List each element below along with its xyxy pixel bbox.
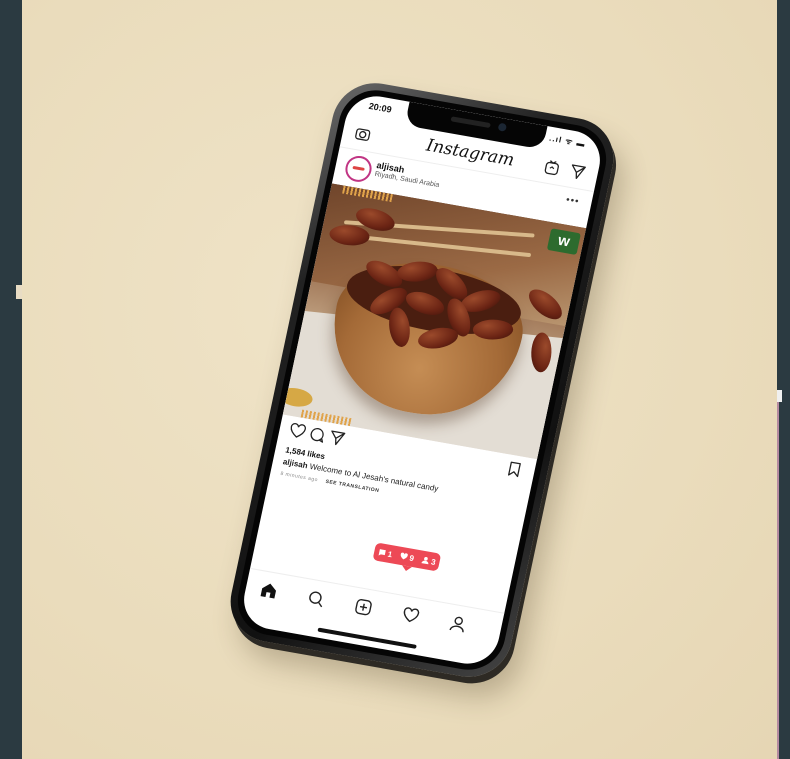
more-options-icon[interactable]: ••• xyxy=(565,195,581,208)
heart-small-icon xyxy=(400,552,408,560)
new-followers-count: 3 xyxy=(420,555,437,566)
post-bubble-icon xyxy=(378,549,386,556)
post-location[interactable]: Riyadh, Saudi Arabia xyxy=(374,171,440,189)
left-frame-strip xyxy=(0,0,22,759)
profile-icon[interactable] xyxy=(447,613,468,634)
bookmark-icon[interactable] xyxy=(505,460,524,478)
post-image[interactable]: w xyxy=(282,183,587,460)
new-likes-count: 9 xyxy=(399,551,415,563)
new-posts-count: 1 xyxy=(377,547,393,559)
igtv-icon[interactable] xyxy=(542,158,561,176)
phone-screen: 20:09 ..ıl ᯤ ▬ Instagram aljisah Riyadh,… xyxy=(238,91,606,669)
home-icon[interactable] xyxy=(258,580,279,601)
phone-bezel: 20:09 ..ıl ᯤ ▬ Instagram aljisah Riyadh,… xyxy=(231,84,613,676)
mockup-background: 20:09 ..ıl ᯤ ▬ Instagram aljisah Riyadh,… xyxy=(22,0,777,759)
avatar-logo-mark xyxy=(352,165,365,171)
right-frame-strip xyxy=(777,0,790,759)
share-icon[interactable] xyxy=(328,429,347,447)
user-add-icon xyxy=(421,556,429,565)
activity-heart-icon[interactable] xyxy=(400,605,421,626)
right-frame-accent-line xyxy=(777,400,779,759)
caption-username[interactable]: aljisah xyxy=(282,457,308,470)
search-icon[interactable] xyxy=(305,588,326,609)
status-time: 20:09 xyxy=(367,100,393,115)
direct-message-icon[interactable] xyxy=(568,163,587,181)
heart-icon[interactable] xyxy=(288,422,307,440)
avatar[interactable] xyxy=(342,153,375,184)
post-timestamp: 8 minutes ago xyxy=(279,470,319,484)
activity-notification-bubble[interactable]: 1 9 3 xyxy=(372,542,442,572)
right-frame-notch xyxy=(777,390,782,402)
add-post-icon[interactable] xyxy=(353,597,374,618)
status-icons: ..ıl ᯤ ▬ xyxy=(548,133,587,149)
comment-icon[interactable] xyxy=(308,425,327,443)
phone-body: 20:09 ..ıl ᯤ ▬ Instagram aljisah Riyadh,… xyxy=(222,76,622,684)
